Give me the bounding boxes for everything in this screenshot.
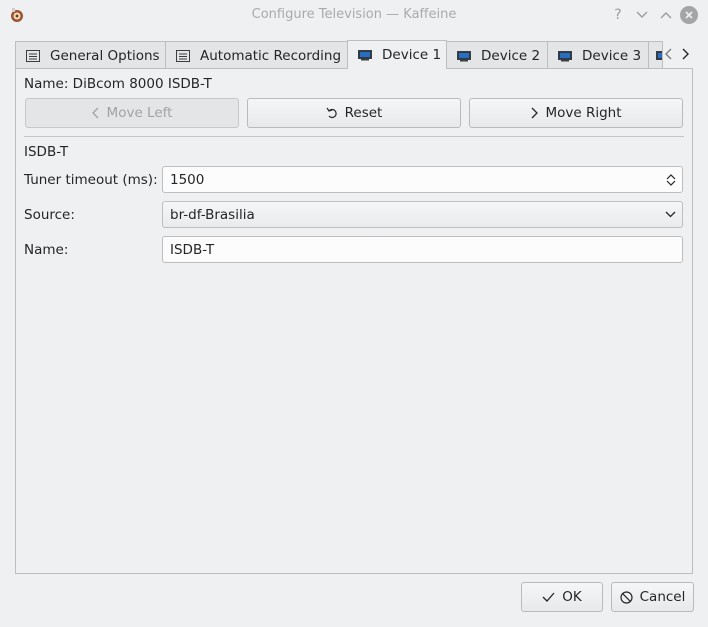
reset-button[interactable]: Reset bbox=[247, 98, 461, 128]
source-value: br-df-Brasilia bbox=[170, 206, 255, 223]
checkmark-icon bbox=[542, 592, 555, 602]
question-icon: ? bbox=[614, 7, 622, 23]
tab-scroll-left-button[interactable] bbox=[661, 44, 677, 64]
tuner-timeout-value: 1500 bbox=[170, 171, 205, 188]
device-settings-panel bbox=[15, 68, 693, 574]
tab-label: Device 3 bbox=[582, 47, 642, 64]
device-name-label: Name: DiBcom 8000 ISDB-T bbox=[24, 76, 212, 92]
dropdown-arrow[interactable] bbox=[665, 202, 676, 227]
title-bar: Configure Television — Kaffeine ? bbox=[0, 0, 708, 30]
spin-arrows[interactable] bbox=[666, 167, 676, 192]
name-input[interactable]: ISDB-T bbox=[162, 236, 683, 263]
tab-label: Automatic Recording bbox=[200, 47, 342, 64]
tv-icon bbox=[558, 50, 572, 61]
move-right-button[interactable]: Move Right bbox=[469, 98, 683, 128]
ok-label: OK bbox=[562, 589, 582, 605]
tab-scroll-right-button[interactable] bbox=[677, 44, 693, 64]
minimize-button[interactable] bbox=[632, 5, 652, 25]
name-label: Name: bbox=[24, 242, 69, 258]
tab-device-3[interactable]: Device 3 bbox=[547, 41, 649, 69]
chevron-left-icon bbox=[91, 107, 100, 119]
section-title: ISDB-T bbox=[24, 144, 69, 160]
maximize-button[interactable] bbox=[656, 5, 676, 25]
move-right-label: Move Right bbox=[545, 105, 622, 121]
tab-label: Device 2 bbox=[481, 47, 541, 64]
close-button[interactable] bbox=[679, 5, 699, 25]
tuner-timeout-label: Tuner timeout (ms): bbox=[24, 172, 158, 188]
chevron-down-icon bbox=[666, 180, 676, 186]
tv-icon bbox=[358, 50, 372, 61]
tab-label: Device 1 bbox=[382, 47, 442, 63]
help-button[interactable]: ? bbox=[608, 5, 628, 25]
settings-list-icon bbox=[26, 49, 40, 62]
separator bbox=[24, 136, 684, 137]
ok-button[interactable]: OK bbox=[521, 582, 603, 612]
tab-device-2[interactable]: Device 2 bbox=[446, 41, 548, 69]
chevron-right-icon bbox=[682, 48, 689, 60]
reset-label: Reset bbox=[344, 105, 383, 121]
settings-list-icon bbox=[176, 49, 190, 62]
cancel-button[interactable]: Cancel bbox=[611, 582, 694, 612]
tab-bar: General Options Automatic Recording Devi… bbox=[15, 40, 693, 69]
tuner-timeout-spinbox[interactable]: 1500 bbox=[162, 166, 683, 193]
chevron-right-icon bbox=[530, 107, 539, 119]
chevron-down-icon bbox=[636, 11, 648, 18]
chevron-left-icon bbox=[665, 48, 672, 60]
close-icon bbox=[680, 6, 698, 24]
chevron-down-icon bbox=[665, 211, 676, 218]
move-left-label: Move Left bbox=[106, 105, 173, 121]
name-value: ISDB-T bbox=[170, 241, 215, 258]
tab-general-options[interactable]: General Options bbox=[15, 41, 166, 69]
tv-icon bbox=[457, 50, 471, 61]
chevron-up-icon bbox=[660, 12, 672, 19]
move-left-button[interactable]: Move Left bbox=[25, 98, 239, 128]
cancel-label: Cancel bbox=[639, 589, 686, 605]
source-label: Source: bbox=[24, 207, 75, 223]
undo-icon bbox=[326, 107, 338, 119]
cancel-icon bbox=[620, 590, 633, 604]
window-title: Configure Television — Kaffeine bbox=[251, 7, 457, 22]
tab-label: General Options bbox=[50, 47, 160, 64]
chevron-up-icon bbox=[666, 173, 676, 179]
tab-device-1[interactable]: Device 1 bbox=[347, 40, 447, 69]
tab-automatic-recording[interactable]: Automatic Recording bbox=[165, 41, 348, 69]
source-combobox[interactable]: br-df-Brasilia bbox=[162, 201, 683, 228]
